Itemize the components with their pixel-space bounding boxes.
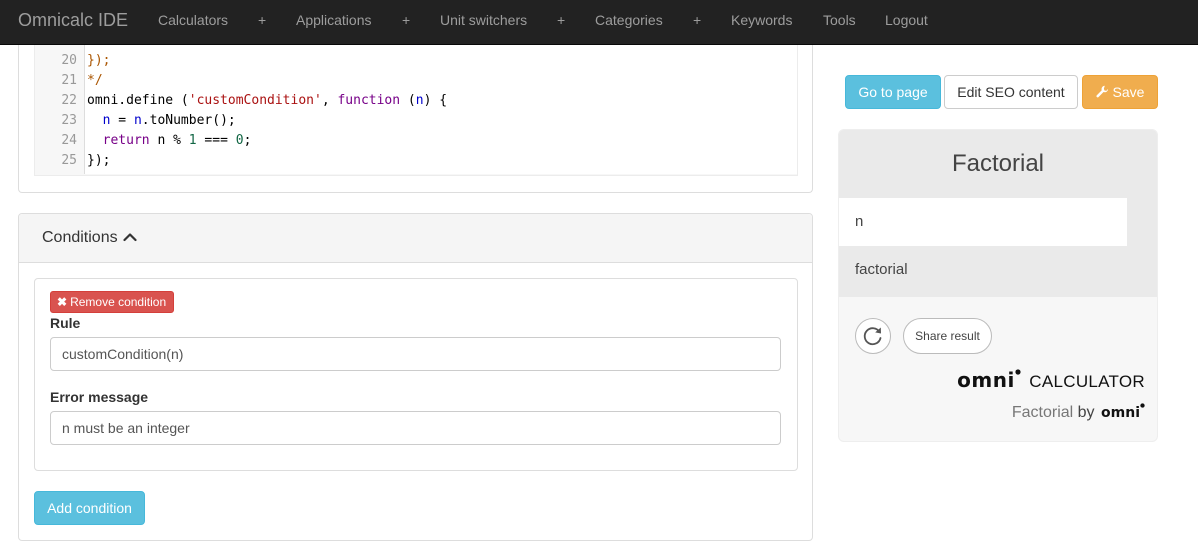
code-token: = — [110, 113, 134, 128]
byline-by: by — [1077, 404, 1095, 421]
reload-icon — [863, 327, 882, 346]
nav-calculators[interactable]: Calculators — [158, 12, 228, 28]
code-token: }); — [87, 153, 111, 168]
code-token: function — [337, 93, 401, 108]
code-panel: 20 21 22 23 24 25 }); */ omni.define ('cus… — [18, 45, 813, 193]
byline-omni-logo: omni — [1101, 405, 1140, 421]
condition-item: ✖ Remove condition Rule customCondition(n… — [34, 278, 798, 471]
variable-factorial-label: factorial — [855, 261, 908, 278]
line-number: 22 — [61, 93, 77, 108]
edit-seo-button[interactable]: Edit SEO content — [944, 75, 1078, 109]
navbar-brand[interactable]: Omnicalc IDE — [18, 10, 128, 31]
line-number: 24 — [61, 133, 77, 148]
line-number-gutter: 20 21 22 23 24 25 — [35, 45, 85, 174]
remove-x-icon: ✖ — [57, 295, 68, 309]
code-token: 1 — [188, 133, 197, 148]
calculator-logo-text: CALCULATOR — [1029, 372, 1145, 391]
code-lines[interactable]: }); */ omni.define ('customCondition', fun… — [85, 45, 797, 174]
chevron-up-icon[interactable] — [123, 230, 137, 244]
code-token: .toNumber(); — [141, 113, 236, 128]
save-label: Save — [1112, 84, 1145, 100]
variable-n-label: n — [855, 213, 864, 230]
line-number: 23 — [61, 113, 77, 128]
code-token: }); — [87, 53, 111, 68]
omni-dot-small-icon — [1140, 403, 1145, 408]
code-editor[interactable]: 20 21 22 23 24 25 }); */ omni.define ('cus… — [34, 45, 798, 176]
code-line: }); — [87, 151, 110, 171]
code-token: n % — [149, 133, 189, 148]
code-line: n = n.toNumber(); — [87, 111, 236, 131]
code-line: omni.define ('customCondition', function… — [87, 91, 447, 111]
wrench-icon — [1096, 85, 1108, 98]
code-line: */ — [87, 71, 103, 91]
code-token: ( — [400, 93, 416, 108]
nav-categories[interactable]: Categories — [595, 12, 663, 28]
code-token: === — [196, 133, 236, 148]
code-token: */ — [87, 73, 103, 88]
go-to-page-button[interactable]: Go to page — [845, 75, 941, 109]
rule-label: Rule — [50, 315, 81, 331]
line-number: 25 — [61, 153, 77, 168]
code-token: , — [321, 93, 338, 108]
omni-dot-icon — [1015, 369, 1021, 375]
reload-button[interactable] — [855, 318, 891, 354]
variable-row-factorial[interactable]: factorial — [839, 246, 1157, 297]
conditions-panel-header[interactable]: Conditions — [19, 214, 812, 263]
calculator-title: Factorial — [951, 150, 1045, 177]
code-token: ; — [243, 133, 252, 148]
line-number: 21 — [61, 73, 77, 88]
calculator-byline[interactable]: Factorial by omni — [1012, 403, 1145, 422]
calculator-preview: Factorial n factorial Share result omni … — [838, 129, 1158, 442]
code-token: return — [102, 133, 150, 148]
nav-add-unit-switcher[interactable]: + — [557, 12, 565, 28]
code-token: omni.define ( — [87, 93, 189, 108]
top-navbar: Omnicalc IDE Calculators + Applications … — [0, 0, 1198, 45]
conditions-panel: Conditions ✖ Remove condition Rule custom… — [18, 213, 813, 541]
calculator-header: Factorial — [839, 130, 1157, 198]
share-result-button[interactable]: Share result — [903, 318, 992, 354]
nav-add-category[interactable]: + — [693, 12, 701, 28]
nav-applications[interactable]: Applications — [296, 12, 372, 28]
remove-condition-button[interactable]: ✖ Remove condition — [50, 291, 174, 313]
nav-add-application[interactable]: + — [402, 12, 410, 28]
line-number: 20 — [61, 53, 77, 68]
omni-calculator-logo: omni CALCULATOR — [957, 368, 1145, 392]
code-token: n — [133, 113, 142, 128]
variable-row-n[interactable]: n — [839, 198, 1127, 246]
code-token: 'customCondition' — [188, 93, 322, 108]
byline-name: Factorial — [1011, 404, 1074, 421]
code-line: }); — [87, 51, 110, 71]
error-message-label: Error message — [50, 389, 149, 405]
code-token: ) { — [423, 93, 448, 108]
nav-add-calculator[interactable]: + — [258, 12, 266, 28]
variable-row-n-tail — [1127, 198, 1157, 246]
error-message-input[interactable]: n must be an integer — [50, 411, 781, 445]
nav-tools[interactable]: Tools — [823, 12, 856, 28]
code-token: 0 — [235, 133, 244, 148]
add-condition-button[interactable]: Add condition — [34, 491, 145, 525]
nav-unit-switchers[interactable]: Unit switchers — [440, 12, 527, 28]
nav-logout[interactable]: Logout — [885, 12, 928, 28]
remove-condition-label: Remove condition — [70, 295, 167, 309]
omni-logo-text: omni — [957, 368, 1015, 392]
nav-keywords[interactable]: Keywords — [731, 12, 792, 28]
code-line: return n % 1 === 0; — [87, 131, 252, 151]
code-token: n — [415, 93, 424, 108]
rule-input[interactable]: customCondition(n) — [50, 337, 781, 371]
save-button[interactable]: Save — [1082, 75, 1158, 109]
conditions-title: Conditions — [42, 229, 118, 246]
